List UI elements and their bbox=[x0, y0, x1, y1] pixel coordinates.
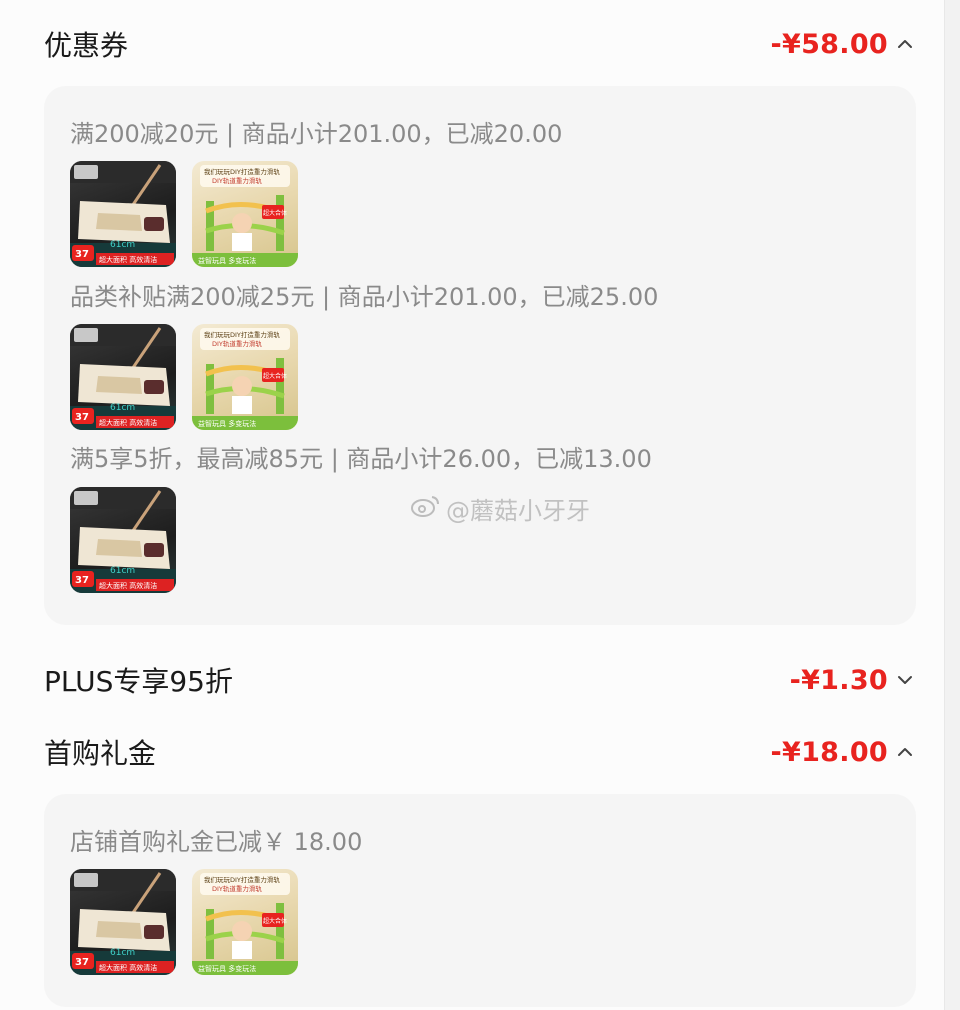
mop-product-thumbnail[interactable]: 61cm 37 超大面积 高效清洁 bbox=[70, 487, 176, 593]
mop-product-thumbnail[interactable]: 61cm 37 超大面积 高效清洁 bbox=[70, 161, 176, 267]
coupon-group-products: 61cm 37 超大面积 高效清洁 我们玩玩DIY打造重力滑轨 DIY轨道重力滑… bbox=[70, 324, 298, 430]
toy-sticker: 超大合体 bbox=[263, 917, 287, 925]
mop-caption: 超大面积 高效清洁 bbox=[99, 255, 157, 264]
first-purchase-row[interactable]: 首购礼金 -¥18.00 bbox=[44, 722, 916, 782]
plus-amount: -¥1.30 bbox=[789, 664, 888, 696]
toy-caption: 益智玩具 多变玩法 bbox=[198, 964, 256, 973]
coupon-row[interactable]: 优惠券 -¥58.00 bbox=[44, 14, 916, 74]
toy-sticker: 超大合体 bbox=[263, 209, 287, 217]
toy-headline: 我们玩玩DIY打造重力滑轨 bbox=[204, 330, 280, 339]
toy-caption: 益智玩具 多变玩法 bbox=[198, 419, 256, 428]
coupon-group-text: 品类补贴满200减25元 | 商品小计201.00，已减25.00 bbox=[70, 283, 659, 311]
toy-product-thumbnail[interactable]: 我们玩玩DIY打造重力滑轨 DIY轨道重力滑轨 超大合体 益智玩具 多变玩法 bbox=[192, 324, 298, 430]
first-purchase-detail-panel: 店铺首购礼金已减￥ 18.00 61cm 37 超大面积 高效清洁 我们玩玩DI… bbox=[44, 794, 916, 1007]
toy-headline: 我们玩玩DIY打造重力滑轨 bbox=[204, 167, 280, 176]
toy-product-thumbnail[interactable]: 我们玩玩DIY打造重力滑轨 DIY轨道重力滑轨 超大合体 益智玩具 多变玩法 bbox=[192, 161, 298, 267]
plus-row[interactable]: PLUS专享95折 -¥1.30 bbox=[44, 650, 916, 710]
mop-size-label: 61cm bbox=[110, 948, 135, 958]
toy-product-thumbnail[interactable]: 我们玩玩DIY打造重力滑轨 DIY轨道重力滑轨 超大合体 益智玩具 多变玩法 bbox=[192, 869, 298, 975]
toy-sub: DIY轨道重力滑轨 bbox=[212, 176, 262, 185]
coupon-group-text: 满5享5折，最高减85元 | 商品小计26.00，已减13.00 bbox=[70, 445, 652, 473]
watermark-text: @蘑菇小牙牙 bbox=[446, 497, 590, 525]
mop-size-label: 61cm bbox=[110, 240, 135, 250]
mop-caption: 超大面积 高效清洁 bbox=[99, 581, 157, 590]
first-purchase-group-products: 61cm 37 超大面积 高效清洁 我们玩玩DIY打造重力滑轨 DIY轨道重力滑… bbox=[70, 869, 298, 975]
first-purchase-title: 首购礼金 bbox=[44, 737, 157, 770]
coupon-detail-panel: 满200减20元 | 商品小计201.00，已减20.00 61cm 37 超大… bbox=[44, 86, 916, 625]
mop-size-label: 61cm bbox=[110, 566, 135, 576]
toy-caption: 益智玩具 多变玩法 bbox=[198, 256, 256, 265]
first-purchase-amount: -¥18.00 bbox=[770, 736, 888, 768]
mop-badge: 37 bbox=[75, 412, 89, 423]
toy-sub: DIY轨道重力滑轨 bbox=[212, 884, 262, 893]
discount-detail-page: 优惠券 -¥58.00 满200减20元 | 商品小计201.00，已减20.0… bbox=[0, 0, 945, 1010]
mop-product-thumbnail[interactable]: 61cm 37 超大面积 高效清洁 bbox=[70, 324, 176, 430]
toy-sticker: 超大合体 bbox=[263, 372, 287, 380]
first-purchase-group-text: 店铺首购礼金已减￥ 18.00 bbox=[70, 828, 363, 856]
mop-caption: 超大面积 高效清洁 bbox=[99, 418, 157, 427]
weibo-icon bbox=[410, 494, 440, 524]
toy-headline: 我们玩玩DIY打造重力滑轨 bbox=[204, 875, 280, 884]
mop-product-thumbnail[interactable]: 61cm 37 超大面积 高效清洁 bbox=[70, 869, 176, 975]
mop-badge: 37 bbox=[75, 249, 89, 260]
mop-caption: 超大面积 高效清洁 bbox=[99, 963, 157, 972]
chevron-up-icon[interactable] bbox=[894, 33, 916, 55]
coupon-group-products: 61cm 37 超大面积 高效清洁 bbox=[70, 487, 176, 593]
coupon-title: 优惠券 bbox=[44, 29, 129, 62]
mop-badge: 37 bbox=[75, 957, 89, 968]
mop-badge: 37 bbox=[75, 575, 89, 586]
chevron-up-icon[interactable] bbox=[894, 741, 916, 763]
coupon-amount: -¥58.00 bbox=[770, 28, 888, 60]
plus-title: PLUS专享95折 bbox=[44, 665, 233, 698]
toy-sub: DIY轨道重力滑轨 bbox=[212, 339, 262, 348]
mop-size-label: 61cm bbox=[110, 403, 135, 413]
coupon-group-products: 61cm 37 超大面积 高效清洁 我们玩玩DIY打造重力滑轨 DIY轨道重力滑… bbox=[70, 161, 298, 267]
chevron-down-icon[interactable] bbox=[894, 669, 916, 691]
coupon-group-text: 满200减20元 | 商品小计201.00，已减20.00 bbox=[70, 120, 563, 148]
watermark: @蘑菇小牙牙 bbox=[410, 491, 590, 526]
